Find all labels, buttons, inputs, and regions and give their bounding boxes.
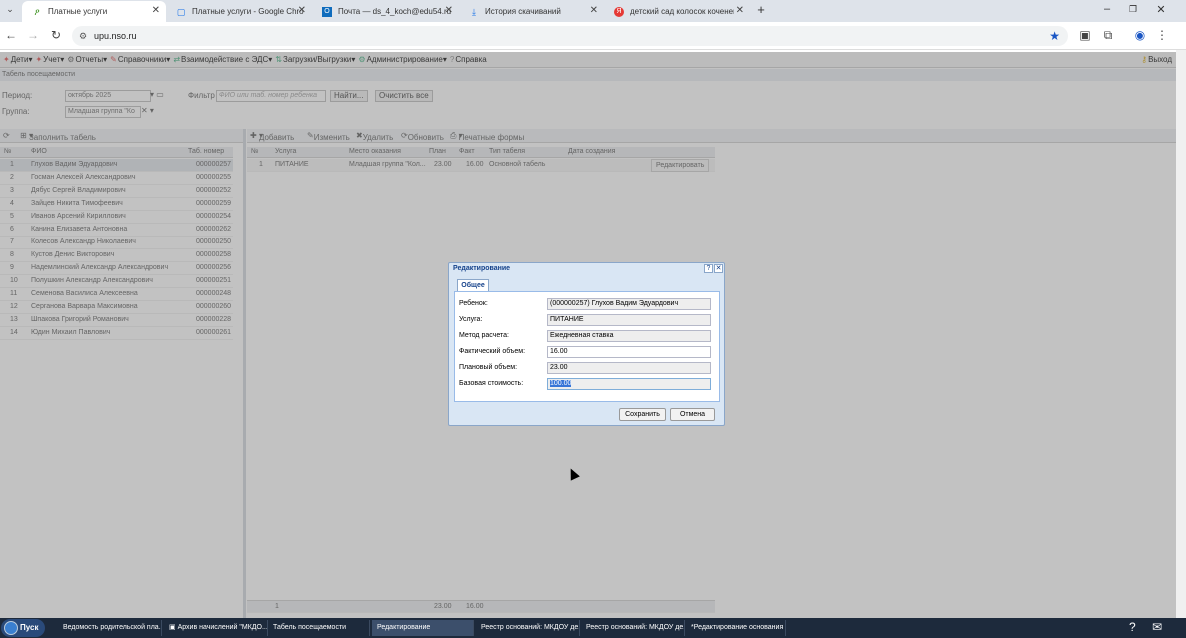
browser-tab-2[interactable]: ▢ Платные услуги - Google Chro ✕	[166, 1, 312, 22]
planned-volume-label: Плановый объем:	[459, 364, 518, 371]
actual-volume-field[interactable]: 16.00	[547, 346, 711, 358]
tab-general[interactable]: Общее	[457, 279, 489, 291]
tab-title: Платные услуги - Google Chro	[192, 7, 304, 16]
dialog-close-icon[interactable]: ✕	[714, 264, 723, 273]
dialog-help-icon[interactable]: ?	[704, 264, 713, 273]
os-taskbar: Пуск Ведомость родительской пла... ▣ Арх…	[0, 618, 1186, 638]
base-cost-value: 100.00	[550, 380, 572, 387]
browser-tab-3[interactable]: O Почта — ds_4_koch@edu54.ru ✕	[312, 1, 459, 22]
address-row: ← → ↻ ⚙ upu.nso.ru ★ ▣ ⧉ ◉ ⋮	[0, 22, 1186, 50]
browser-tab-strip: ⌄ ዖ Платные услуги ✕ ▢ Платные услуги - …	[0, 0, 1186, 22]
taskbar-label: Архив начислений "МКДО...	[177, 624, 268, 631]
reload-icon[interactable]: ↻	[48, 28, 64, 42]
taskbar-item[interactable]: Реестр оснований: МКДОУ де...	[476, 620, 580, 636]
calc-method-label: Метод расчета:	[459, 332, 509, 339]
page-scrollbar[interactable]	[1176, 50, 1186, 618]
dialog-title: Редактирование	[453, 265, 511, 272]
close-tab-icon[interactable]: ✕	[298, 5, 306, 16]
puzzle-icon[interactable]: ⧉	[1100, 28, 1116, 43]
tab-title: История скачиваний	[485, 7, 561, 16]
taskbar-item[interactable]: Реестр оснований: МКДОУ де...	[581, 620, 685, 636]
close-window-icon[interactable]: ✕	[1153, 3, 1169, 16]
child-field[interactable]: (000000257) Глухов Вадим Эдуардович	[547, 298, 711, 310]
tab-search-chevron-icon[interactable]: ⌄	[2, 4, 18, 15]
profile-icon[interactable]: ◉	[1132, 28, 1148, 42]
taskbar-item[interactable]: Редактирование	[372, 620, 474, 636]
minimize-icon[interactable]: –	[1099, 3, 1115, 15]
close-tab-icon[interactable]: ✕	[590, 5, 598, 16]
browser-tab-1[interactable]: ዖ Платные услуги ✕	[22, 1, 166, 22]
site-info-icon[interactable]: ⚙	[79, 26, 87, 46]
taskbar-item[interactable]: ▣ Архив начислений "МКДО...	[164, 620, 268, 636]
back-icon[interactable]: ←	[3, 28, 19, 42]
docs-icon: ▢	[176, 6, 186, 17]
extension-icon[interactable]: ▣	[1077, 28, 1093, 42]
child-label: Ребенок:	[459, 300, 488, 307]
edit-dialog: Редактирование ? ✕ Общее Ребенок: (00000…	[448, 262, 725, 426]
planned-volume-field[interactable]: 23.00	[547, 362, 711, 374]
actual-volume-label: Фактический объем:	[459, 348, 526, 355]
tab-title: Платные услуги	[48, 7, 108, 16]
help-tray-icon[interactable]: ?	[1129, 620, 1136, 634]
app-window-icon: ▣	[169, 624, 178, 631]
browser-tab-5[interactable]: Я детский сад колосок коченев ✕	[604, 1, 750, 22]
restore-icon[interactable]: ❐	[1125, 4, 1141, 15]
yandex-icon: Я	[614, 6, 624, 17]
service-field[interactable]: ПИТАНИЕ	[547, 314, 711, 326]
forward-icon[interactable]: →	[25, 28, 41, 42]
close-tab-icon[interactable]: ✕	[736, 5, 744, 16]
download-icon: ⤓	[472, 6, 476, 17]
start-button[interactable]: Пуск	[1, 619, 45, 637]
service-label: Услуга:	[459, 316, 483, 323]
start-label: Пуск	[20, 623, 39, 632]
windows-orb-icon	[4, 621, 18, 635]
calc-method-field[interactable]: Ежедневная ставка	[547, 330, 711, 342]
leaf-icon: ዖ	[34, 6, 40, 17]
mail-tray-icon[interactable]: ✉	[1152, 620, 1162, 634]
save-button[interactable]: Сохранить	[619, 408, 666, 421]
bookmark-star-icon[interactable]: ★	[1049, 26, 1060, 46]
taskbar-item[interactable]: Ведомость родительской пла...	[58, 620, 162, 636]
outlook-icon: O	[322, 6, 332, 17]
close-tab-icon[interactable]: ✕	[445, 5, 453, 16]
address-bar[interactable]: ⚙ upu.nso.ru ★	[72, 26, 1068, 46]
cancel-button[interactable]: Отмена	[670, 408, 715, 421]
tab-title: Почта — ds_4_koch@edu54.ru	[338, 7, 452, 16]
menu-dots-icon[interactable]: ⋮	[1154, 28, 1170, 42]
base-cost-field[interactable]: 100.00	[547, 378, 711, 390]
taskbar-item[interactable]: *Редактирование основания	[686, 620, 786, 636]
url-text: upu.nso.ru	[94, 31, 137, 41]
base-cost-label: Базовая стоимость:	[459, 380, 524, 387]
browser-tab-4[interactable]: ⤓ История скачиваний ✕	[459, 1, 604, 22]
dialog-form: Ребенок: (000000257) Глухов Вадим Эдуард…	[454, 291, 720, 402]
new-tab-icon[interactable]: +	[753, 2, 769, 17]
tab-title: детский сад колосок коченев	[630, 7, 734, 16]
close-tab-icon[interactable]: ✕	[152, 5, 160, 16]
taskbar-item[interactable]: Табель посещаемости	[268, 620, 370, 636]
